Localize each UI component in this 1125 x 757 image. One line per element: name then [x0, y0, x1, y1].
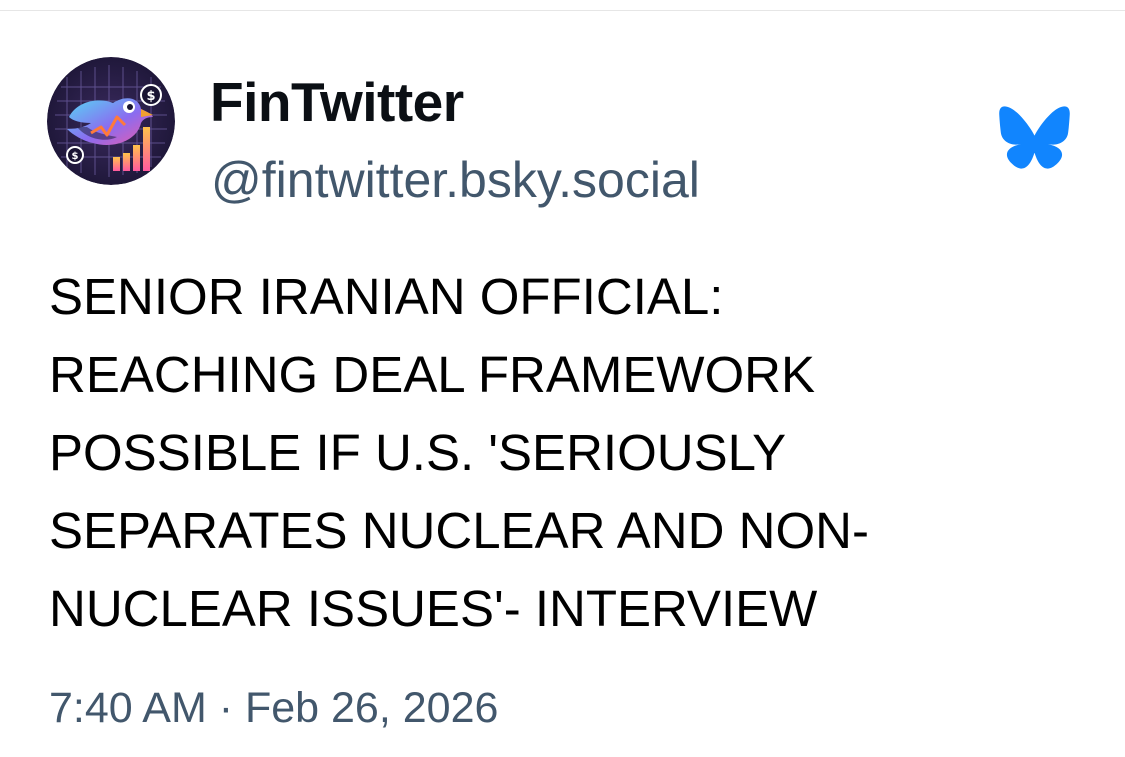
- post-text-line: POSSIBLE IF U.S. 'SERIOUSLY: [49, 424, 787, 481]
- bluesky-butterfly-icon: [999, 106, 1070, 169]
- svg-text:$: $: [72, 151, 79, 162]
- bluesky-logo[interactable]: [998, 105, 1071, 170]
- post-timestamp[interactable]: 7:40 AM · Feb 26, 2026: [49, 680, 498, 736]
- svg-text:$: $: [146, 89, 155, 104]
- bird-chart-avatar-icon: $ $: [47, 57, 175, 185]
- post-text-line: SEPARATES NUCLEAR AND NON-: [49, 502, 869, 559]
- post-card: $ $ FinTwitter @fintwitter.bsky.social S…: [0, 0, 1125, 757]
- avatar[interactable]: $ $: [47, 57, 175, 185]
- author-display-name[interactable]: FinTwitter: [210, 70, 464, 134]
- post-text-line: SENIOR IRANIAN OFFICIAL:: [49, 268, 724, 325]
- post-text-line: REACHING DEAL FRAMEWORK: [49, 346, 816, 403]
- post-text: SENIOR IRANIAN OFFICIAL: REACHING DEAL F…: [49, 258, 1089, 648]
- author-handle[interactable]: @fintwitter.bsky.social: [211, 150, 700, 210]
- post-text-line: NUCLEAR ISSUES'- INTERVIEW: [49, 580, 818, 637]
